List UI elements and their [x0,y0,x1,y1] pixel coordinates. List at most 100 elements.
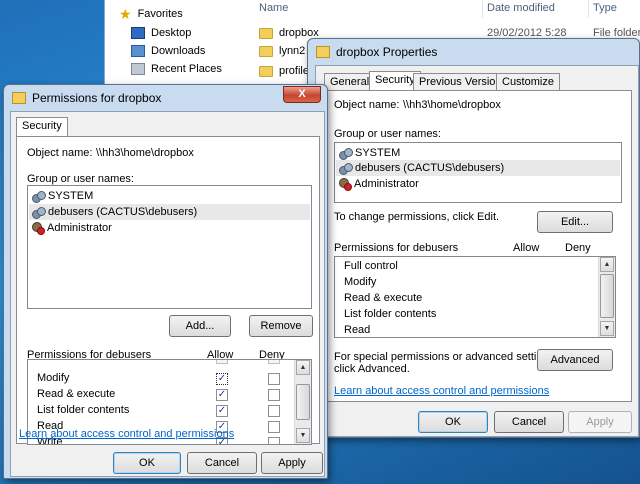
properties-cancel-button[interactable]: Cancel [494,411,564,433]
group-label: Group or user names: [334,128,441,140]
scroll-up-button[interactable]: ▲ [600,257,614,272]
admin-user-icon [32,222,45,235]
user-item-debusers[interactable]: debusers (CACTUS\debusers) [29,204,310,220]
user-name: Administrator [47,222,112,234]
nav-desktop[interactable]: Desktop [131,24,191,42]
tab-customize[interactable]: Customize [496,73,560,91]
permission-name: Read [344,324,371,336]
permission-name: Modify [344,276,377,288]
learn-access-control-link[interactable]: Learn about access control and permissio… [19,428,234,440]
column-header-name[interactable]: Name [255,0,483,18]
user-list[interactable]: SYSTEM debusers (CACTUS\debusers) Admini… [27,185,312,309]
remove-button[interactable]: Remove [249,315,313,337]
permissions-titlebar[interactable]: Permissions for dropbox [4,85,327,111]
edit-button[interactable]: Edit... [537,211,613,233]
add-button[interactable]: Add... [169,315,231,337]
tab-security[interactable]: Security [16,117,68,137]
users-icon [32,206,46,219]
permissions-scrollbar[interactable]: ▲ ▼ [598,257,615,337]
nav-recent-label: Recent Places [151,63,222,75]
permissions-title: Permissions for dropbox [32,91,162,105]
users-icon [339,147,353,160]
properties-dialog: dropbox Properties General Security Prev… [307,38,640,438]
user-name: debusers (CACTUS\debusers) [48,206,198,218]
user-item-debusers[interactable]: debusers (CACTUS\debusers) [336,160,620,176]
object-name-value: \\hh3\home\dropbox [96,147,194,159]
permissions-scrollbar[interactable]: ▲ ▼ [294,360,311,444]
permissions-for-label: Permissions for debusers [334,242,459,254]
permissions-cancel-button[interactable]: Cancel [187,452,257,474]
folder-icon [316,46,330,58]
admin-user-icon [339,178,352,191]
deny-checkbox-partial[interactable] [268,360,280,364]
permission-name: List folder contents [344,308,437,320]
user-name: SYSTEM [48,190,94,202]
user-item-system[interactable]: SYSTEM [339,145,400,161]
properties-ok-button[interactable]: OK [418,411,488,433]
object-name-value: \\hh3\home\dropbox [403,99,501,111]
deny-checkbox-write[interactable] [268,437,280,444]
column-header-type[interactable]: Type [589,0,640,18]
permission-name: List folder contents [37,404,130,416]
properties-title: dropbox Properties [336,45,438,59]
permissions-ok-button[interactable]: OK [113,452,181,474]
deny-checkbox-list-folder[interactable] [268,405,280,417]
nav-recent-places[interactable]: Recent Places [131,60,222,78]
desktop-icon [131,27,145,39]
advanced-button[interactable]: Advanced [537,349,613,371]
allow-checkbox-partial[interactable] [216,360,228,364]
properties-titlebar[interactable]: dropbox Properties [308,39,639,65]
deny-column-header: Deny [565,242,591,254]
column-header-date[interactable]: Date modified [483,0,589,18]
properties-client: General Security Previous Versions Custo… [315,65,639,437]
user-item-administrator[interactable]: Administrator [32,220,112,236]
folder-icon [259,27,273,39]
deny-checkbox-read[interactable] [268,421,280,433]
permission-name: Read & execute [344,292,423,304]
recent-places-icon [131,63,145,75]
nav-favorites[interactable]: ★ Favorites [119,5,183,23]
scroll-up-button[interactable]: ▲ [296,360,310,375]
learn-access-control-link[interactable]: Learn about access control and permissio… [334,385,549,397]
folder-icon [259,65,273,77]
star-icon: ★ [119,6,132,22]
permissions-list[interactable]: Full control Modify Read & execute List … [334,256,616,338]
permission-name: Full control [344,260,398,272]
scroll-thumb[interactable] [296,384,310,420]
user-item-administrator[interactable]: Administrator [339,176,419,192]
allow-column-header: Allow [513,242,540,254]
nav-downloads[interactable]: Downloads [131,42,205,60]
object-name-label: Object name: [334,99,400,111]
user-name: debusers (CACTUS\debusers) [355,162,505,174]
user-name: SYSTEM [355,147,401,159]
file-name: lynn2 [279,45,306,57]
user-item-system[interactable]: SYSTEM [32,188,93,204]
special-permissions-text-2: click Advanced. [334,363,410,375]
folder-icon [259,45,273,57]
properties-apply-button[interactable]: Apply [568,411,632,433]
security-panel: Object name: \\hh3\home\dropbox Group or… [324,90,632,402]
nav-downloads-label: Downloads [151,45,206,57]
deny-checkbox-modify[interactable] [268,373,280,385]
users-icon [32,190,46,203]
allow-checkbox-read-execute[interactable]: ✓ [216,389,228,401]
users-icon [339,162,353,175]
permissions-apply-button[interactable]: Apply [261,452,323,474]
deny-checkbox-read-execute[interactable] [268,389,280,401]
scroll-down-button[interactable]: ▼ [296,428,310,443]
user-list[interactable]: SYSTEM debusers (CACTUS\debusers) Admini… [334,142,622,203]
nav-desktop-label: Desktop [151,27,192,39]
user-name: Administrator [354,178,419,190]
tab-general[interactable]: General [324,73,376,91]
scroll-thumb[interactable] [600,274,614,318]
allow-checkbox-modify[interactable]: ✓ [216,373,228,385]
nav-favorites-label: Favorites [137,8,183,20]
permissions-dialog: Permissions for dropbox X Security Objec… [3,84,328,479]
scroll-down-button[interactable]: ▼ [600,321,614,336]
close-icon[interactable]: X [283,86,321,103]
permission-name: Read & execute [37,388,116,400]
permission-name: Modify [37,372,70,384]
allow-checkbox-list-folder[interactable]: ✓ [216,405,228,417]
object-name-label: Object name: [27,147,93,159]
permissions-panel: Object name: \\hh3\home\dropbox Group or… [16,136,320,445]
